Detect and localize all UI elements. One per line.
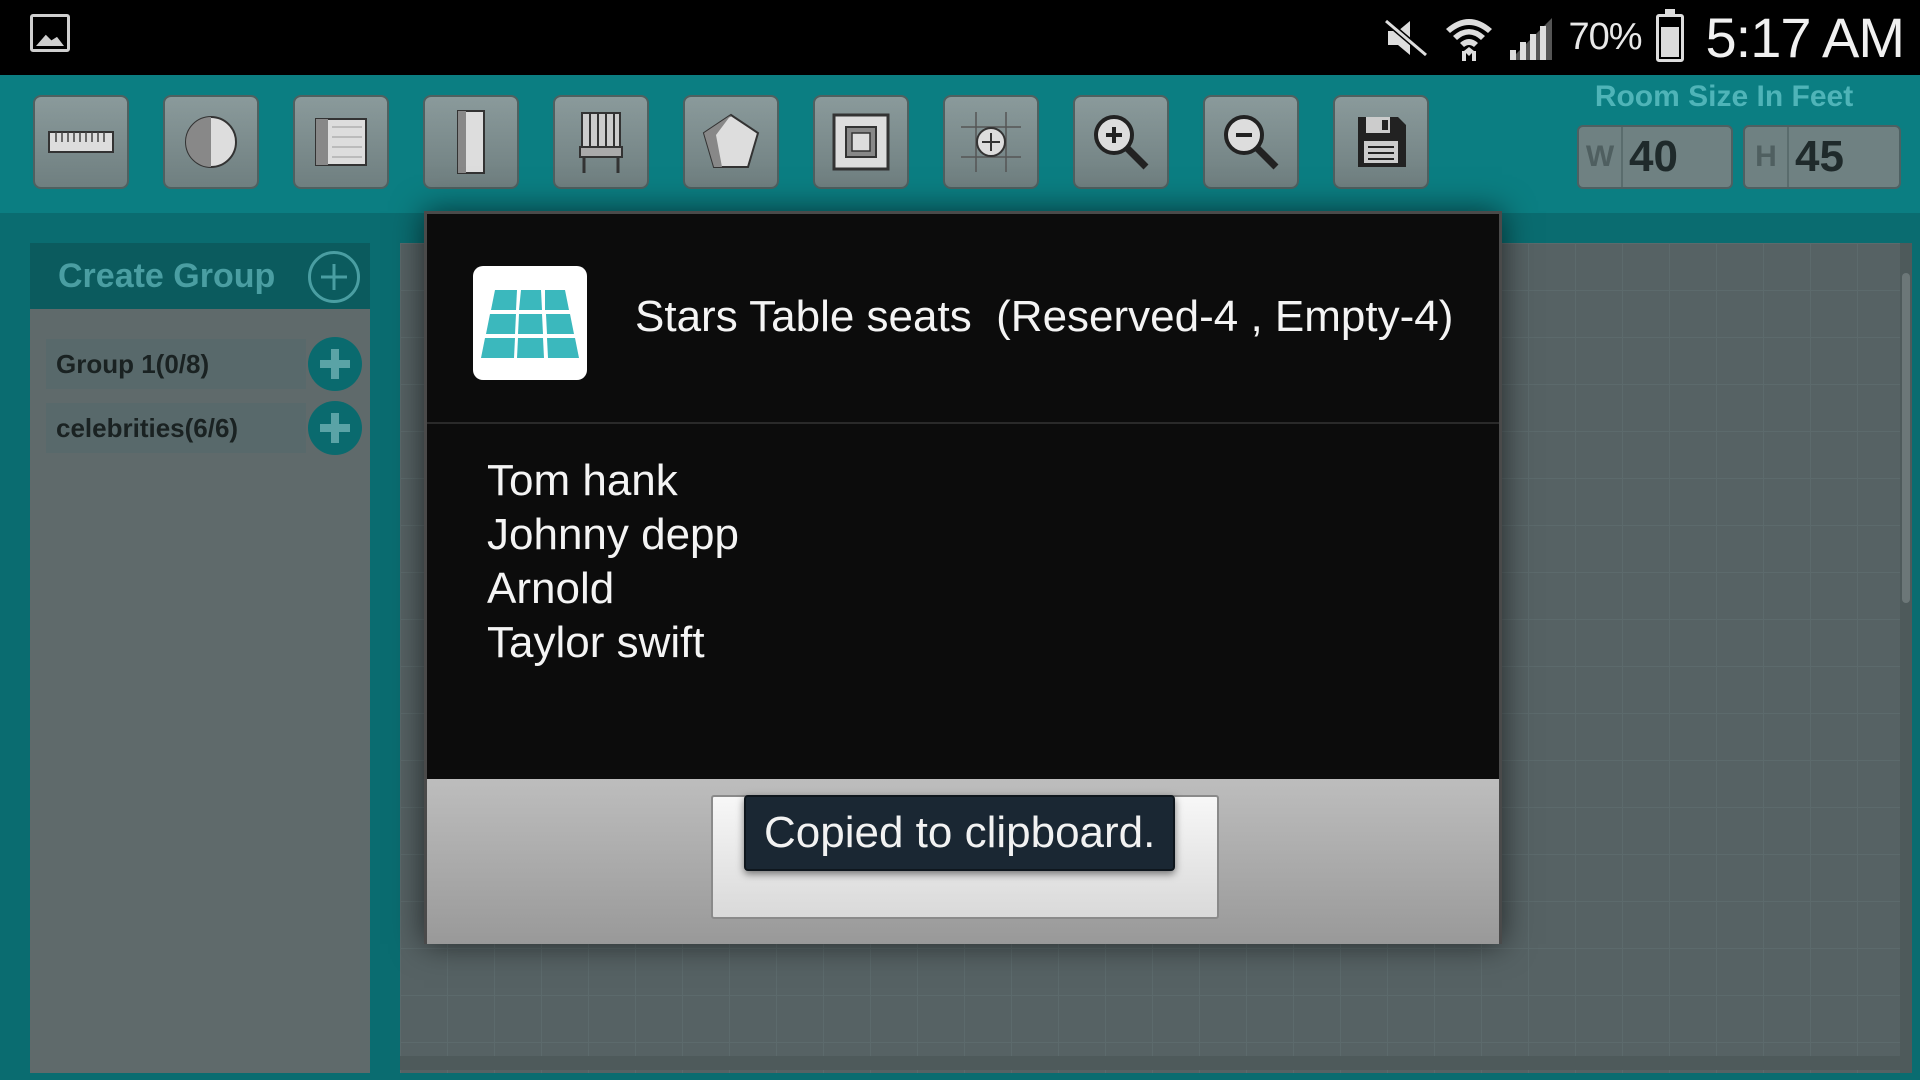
guest-name: Arnold [487,564,615,613]
group-sidebar: Create Group Group 1(0/8) celebrities(6/… [30,243,370,1073]
pentagon-tool-button[interactable] [683,95,779,189]
guest-list: Tom hank Johnny depp Arnold Taylor swift [487,454,739,670]
room-width-prefix: W [1579,127,1623,187]
wall-tool-button[interactable] [33,95,129,189]
fit-screen-icon [832,113,890,171]
create-group-title: Create Group [58,256,276,295]
room-height-prefix: H [1745,127,1789,187]
battery-icon [1655,8,1684,62]
wall-icon [48,131,114,153]
cell-signal-icon [1510,17,1553,60]
circle-half-icon [185,116,237,168]
horizontal-scrollbar[interactable] [400,1056,1900,1070]
zoom-in-tool-button[interactable] [1073,95,1169,189]
square-half-icon [315,118,367,166]
square-table-tool-button[interactable] [293,95,389,189]
grid-center-tool-button[interactable] [943,95,1039,189]
room-height-field[interactable]: H 45 [1743,125,1901,189]
zoom-out-icon [1224,115,1279,170]
rectangle-tall-icon [457,110,485,174]
zoom-out-tool-button[interactable] [1203,95,1299,189]
add-circle-icon[interactable] [308,251,360,303]
dialog-divider [427,422,1499,424]
pentagon-icon [702,113,760,168]
zoom-in-icon [1094,115,1149,170]
add-to-group-icon[interactable] [308,401,362,455]
table-grid-icon [473,266,587,380]
group-item[interactable]: Group 1(0/8) [46,339,306,389]
vertical-scrollbar[interactable] [1900,243,1912,1073]
status-icons: 70% 5:17 AM [1382,0,1905,75]
app-toolbar: Room Size In Feet W 40 H 45 [0,75,1920,213]
status-bar: 70% 5:17 AM [0,0,1920,75]
dialog-title: Stars Table seats (Reserved-4 , Empty-4) [635,292,1454,341]
save-tool-button[interactable] [1333,95,1429,189]
room-width-field[interactable]: W 40 [1577,125,1733,189]
mute-icon [1384,18,1429,57]
chair-tool-button[interactable] [553,95,649,189]
gallery-notification-icon [30,14,70,52]
create-group-header[interactable]: Create Group [30,243,370,309]
room-width-value: 40 [1629,132,1678,181]
clock: 5:17 AM [1705,6,1905,69]
room-height-value: 45 [1795,132,1844,181]
guest-name: Johnny depp [487,510,739,559]
guest-name: Taylor swift [487,618,705,667]
add-to-group-icon[interactable] [308,337,362,391]
chair-icon [579,112,623,173]
battery-percent: 70% [1568,16,1642,58]
long-table-tool-button[interactable] [423,95,519,189]
toast-message: Copied to clipboard. [744,795,1176,871]
floppy-disk-icon [1358,117,1406,167]
guest-name: Tom hank [487,456,678,505]
room-size-label: Room Size In Feet [1594,80,1854,113]
wifi-icon [1446,18,1493,61]
grid-crosshair-icon [961,112,1021,172]
round-table-tool-button[interactable] [163,95,259,189]
group-item[interactable]: celebrities(6/6) [46,403,306,453]
fit-screen-tool-button[interactable] [813,95,909,189]
